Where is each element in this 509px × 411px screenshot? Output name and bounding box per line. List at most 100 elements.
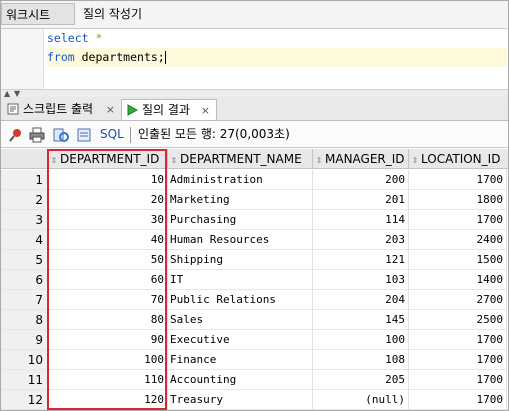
cell-department-id[interactable]: 50 (48, 250, 168, 270)
row-number: 9 (0, 330, 48, 350)
table-row[interactable]: 8 80 Sales 145 2500 (0, 310, 509, 330)
cell-manager-id[interactable]: 205 (313, 370, 409, 390)
row-number: 10 (0, 350, 48, 370)
panel-splitter[interactable]: ▲ ▼ (0, 89, 509, 98)
cell-manager-id[interactable]: 103 (313, 270, 409, 290)
row-number: 3 (0, 210, 48, 230)
cell-department-id[interactable]: 40 (48, 230, 168, 250)
sort-icon[interactable]: ⇕ (168, 151, 180, 168)
table-row[interactable]: 9 90 Executive 100 1700 (0, 330, 509, 350)
table-row[interactable]: 11 110 Accounting 205 1700 (0, 370, 509, 390)
cell-location-id[interactable]: 1700 (409, 210, 507, 230)
row-number: 2 (0, 190, 48, 210)
cell-location-id[interactable]: 1800 (409, 190, 507, 210)
cell-department-name[interactable]: Human Resources (168, 230, 313, 250)
cell-department-name[interactable]: Accounting (168, 370, 313, 390)
sort-icon[interactable]: ⇕ (313, 151, 325, 168)
cell-manager-id[interactable]: 200 (313, 170, 409, 190)
cell-location-id[interactable]: 2500 (409, 310, 507, 330)
sql-editor[interactable]: select * from departments; (0, 29, 509, 89)
sort-icon[interactable]: ⇕ (409, 151, 421, 168)
cell-location-id[interactable]: 1700 (409, 350, 507, 370)
tab-query-result[interactable]: 질의 결과 × (121, 99, 217, 120)
export-icon[interactable] (76, 127, 92, 143)
sql-button[interactable]: SQL (100, 126, 124, 143)
cell-department-name[interactable]: Marketing (168, 190, 313, 210)
cell-location-id[interactable]: 2400 (409, 230, 507, 250)
code-line-2-rest: departments; (74, 50, 165, 64)
cell-department-name[interactable]: IT (168, 270, 313, 290)
cell-department-name[interactable]: Purchasing (168, 210, 313, 230)
column-header-location-id[interactable]: ⇕ LOCATION_ID (409, 149, 509, 169)
cell-location-id[interactable]: 2700 (409, 290, 507, 310)
tab-script-output-label: 스크립트 출력 (23, 102, 94, 116)
cell-department-id[interactable]: 110 (48, 370, 168, 390)
cell-department-name[interactable]: Treasury (168, 390, 313, 410)
table-row[interactable]: 10 100 Finance 108 1700 (0, 350, 509, 370)
cell-location-id[interactable]: 1500 (409, 250, 507, 270)
cell-manager-id[interactable]: 201 (313, 190, 409, 210)
table-row[interactable]: 1 10 Administration 200 1700 (0, 170, 509, 190)
cell-department-name[interactable]: Public Relations (168, 290, 313, 310)
cell-department-id[interactable]: 90 (48, 330, 168, 350)
cell-manager-id[interactable]: 203 (313, 230, 409, 250)
cell-department-id[interactable]: 100 (48, 350, 168, 370)
column-header-manager-id[interactable]: ⇕ MANAGER_ID (313, 149, 409, 169)
row-number-header (0, 149, 48, 169)
fetch-status: 인출된 모든 행: 27(0,003초) (138, 127, 290, 141)
cell-department-id[interactable]: 60 (48, 270, 168, 290)
table-row[interactable]: 4 40 Human Resources 203 2400 (0, 230, 509, 250)
cell-department-name[interactable]: Executive (168, 330, 313, 350)
table-row[interactable]: 3 30 Purchasing 114 1700 (0, 210, 509, 230)
cell-location-id[interactable]: 1700 (409, 390, 507, 410)
code-line-1[interactable]: select * (47, 29, 507, 48)
cell-location-id[interactable]: 1700 (409, 330, 507, 350)
code-line-2[interactable]: from departments; (47, 48, 507, 67)
cell-manager-id[interactable]: 121 (313, 250, 409, 270)
pin-icon[interactable] (8, 127, 24, 143)
cell-department-id[interactable]: 120 (48, 390, 168, 410)
tab-worksheet[interactable]: 워크시트 (1, 3, 75, 25)
table-row[interactable]: 12 120 Treasury (null) 1700 (0, 390, 509, 410)
tab-query-builder[interactable]: 질의 작성기 (79, 3, 146, 25)
close-icon[interactable]: × (106, 99, 115, 120)
table-row[interactable]: 2 20 Marketing 201 1800 (0, 190, 509, 210)
table-row[interactable]: 5 50 Shipping 121 1500 (0, 250, 509, 270)
row-number: 5 (0, 250, 48, 270)
column-header-label: MANAGER_ID (325, 152, 405, 166)
cell-department-name[interactable]: Finance (168, 350, 313, 370)
table-row[interactable]: 6 60 IT 103 1400 (0, 270, 509, 290)
column-header-department-id[interactable]: ⇕ DEPARTMENT_ID (48, 149, 168, 169)
sort-icon[interactable]: ⇕ (48, 151, 60, 168)
cell-manager-id[interactable]: (null) (313, 390, 409, 410)
cell-manager-id[interactable]: 100 (313, 330, 409, 350)
cell-department-id[interactable]: 10 (48, 170, 168, 190)
row-number: 7 (0, 290, 48, 310)
refresh-sql-icon[interactable] (53, 127, 69, 143)
result-toolbar: SQL 인출된 모든 행: 27(0,003초) (0, 121, 509, 148)
keyword-from: from (47, 50, 75, 64)
cell-department-id[interactable]: 20 (48, 190, 168, 210)
row-number: 8 (0, 310, 48, 330)
cell-department-id[interactable]: 70 (48, 290, 168, 310)
tab-script-output[interactable]: 스크립트 출력 × (3, 99, 121, 120)
close-icon[interactable]: × (201, 100, 210, 121)
cell-department-id[interactable]: 30 (48, 210, 168, 230)
table-row[interactable]: 7 70 Public Relations 204 2700 (0, 290, 509, 310)
cell-manager-id[interactable]: 145 (313, 310, 409, 330)
cell-manager-id[interactable]: 114 (313, 210, 409, 230)
script-output-icon (7, 103, 19, 115)
cell-location-id[interactable]: 1700 (409, 370, 507, 390)
cell-manager-id[interactable]: 204 (313, 290, 409, 310)
cell-department-name[interactable]: Administration (168, 170, 313, 190)
cell-location-id[interactable]: 1400 (409, 270, 507, 290)
play-icon (127, 104, 138, 116)
cell-manager-id[interactable]: 108 (313, 350, 409, 370)
cell-department-id[interactable]: 80 (48, 310, 168, 330)
print-icon[interactable] (29, 127, 45, 143)
cell-location-id[interactable]: 1700 (409, 170, 507, 190)
result-tab-bar: 스크립트 출력 × 질의 결과 × (0, 97, 509, 121)
column-header-department-name[interactable]: ⇕ DEPARTMENT_NAME (168, 149, 313, 169)
cell-department-name[interactable]: Sales (168, 310, 313, 330)
cell-department-name[interactable]: Shipping (168, 250, 313, 270)
